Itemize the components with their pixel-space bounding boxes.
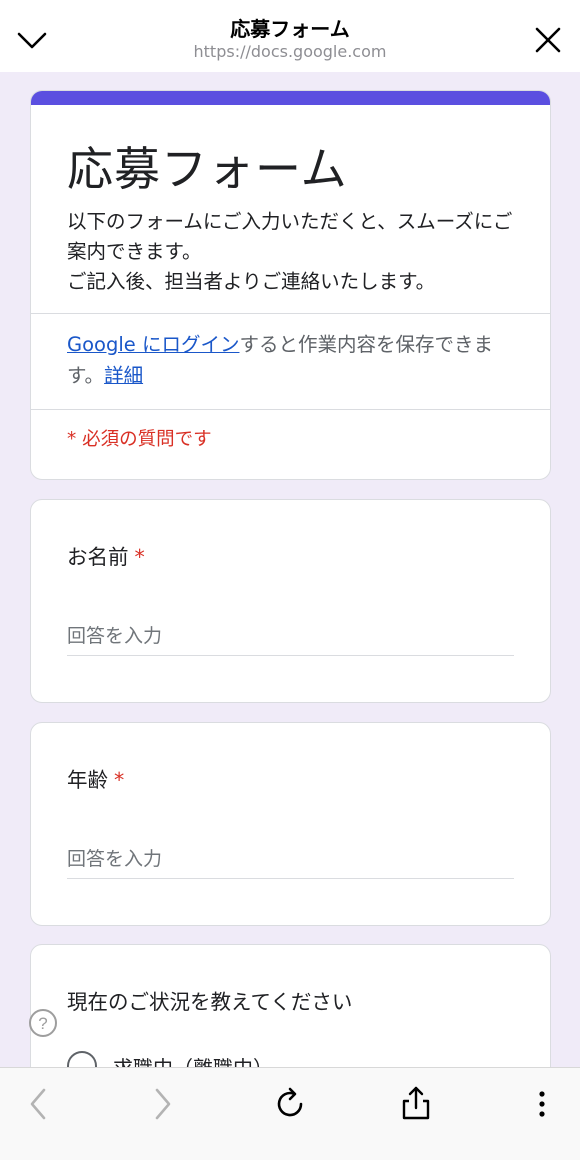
required-star: *: [114, 768, 125, 792]
more-vertical-icon: [539, 1091, 545, 1117]
reload-icon: [277, 1087, 303, 1117]
forward-button[interactable]: [143, 1084, 183, 1124]
browser-title: 応募フォーム: [230, 17, 350, 41]
form-title: 応募フォーム: [67, 142, 348, 196]
close-button[interactable]: [530, 22, 566, 58]
radio-option-label: 求職中（離職中）: [113, 1052, 273, 1068]
reload-button[interactable]: [270, 1084, 310, 1124]
browser-url: https://docs.google.com: [193, 42, 387, 61]
svg-text:?: ?: [38, 1014, 47, 1033]
description-line-1: 以下のフォームにご入力いただくと、スムーズにご案内できます。: [67, 210, 513, 263]
question-card-name: お名前 *: [30, 499, 551, 703]
required-note: * 必須の質問です: [67, 429, 212, 450]
radio-option[interactable]: 求職中（離職中）: [67, 1051, 273, 1067]
question-card-status: 現在のご状況を教えてください 求職中（離職中）: [30, 944, 551, 1067]
chevron-left-icon: [30, 1088, 46, 1120]
question-card-age: 年齢 *: [30, 722, 551, 926]
divider: [31, 313, 550, 314]
help-button[interactable]: ?: [28, 1008, 58, 1038]
question-title: 年齢: [67, 768, 108, 792]
form-header-card: 応募フォーム 以下のフォームにご入力いただくと、スムーズにご案内できます。 ご記…: [30, 90, 551, 480]
form-description: 以下のフォームにご入力いただくと、スムーズにご案内できます。 ご記入後、担当者よ…: [67, 207, 517, 297]
more-button[interactable]: [522, 1084, 562, 1124]
description-line-2: ご記入後、担当者よりご連絡いたします。: [67, 270, 436, 293]
share-icon: [402, 1086, 430, 1120]
divider: [31, 409, 550, 410]
help-circle-icon: ?: [29, 1009, 57, 1037]
form-accent-bar: [31, 91, 550, 105]
share-button[interactable]: [396, 1084, 436, 1124]
close-icon: [535, 27, 561, 53]
browser-top-bar: 応募フォーム https://docs.google.com: [0, 0, 580, 72]
question-label: お名前 *: [67, 540, 145, 570]
form-content[interactable]: 応募フォーム 以下のフォームにご入力いただくと、スムーズにご案内できます。 ご記…: [0, 72, 580, 1067]
back-button[interactable]: [18, 1084, 58, 1124]
login-note: Google にログインすると作業内容を保存できます。詳細: [67, 329, 517, 391]
question-label: 年齢 *: [67, 763, 124, 793]
question-title: お名前: [67, 545, 129, 569]
radio-button[interactable]: [67, 1051, 97, 1067]
question-title: 現在のご状況を教えてください: [67, 990, 353, 1014]
age-input[interactable]: [67, 839, 514, 879]
login-link[interactable]: Google にログイン: [67, 333, 239, 356]
browser-bottom-toolbar: [0, 1067, 580, 1160]
name-input[interactable]: [67, 616, 514, 656]
details-link[interactable]: 詳細: [104, 364, 143, 387]
required-star: *: [134, 545, 145, 569]
chevron-right-icon: [155, 1088, 171, 1120]
